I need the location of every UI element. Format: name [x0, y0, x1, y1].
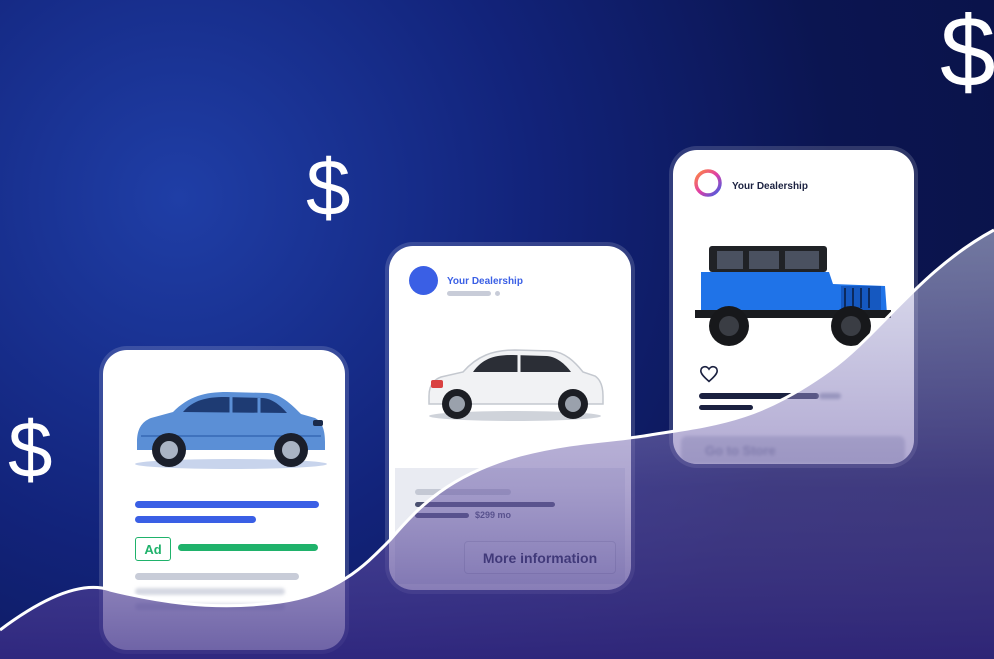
title-bar	[699, 393, 819, 399]
dealer-meta-dot	[495, 291, 500, 296]
listing-card-right[interactable]: Your Dealership Go to Store	[673, 150, 914, 464]
detail-bar	[415, 502, 555, 507]
info-bar	[135, 588, 285, 595]
dollar-icon: $	[8, 405, 53, 494]
info-bar	[135, 603, 285, 610]
detail-bar	[415, 513, 469, 518]
go-to-store-button[interactable]: Go to Store	[681, 436, 905, 464]
listing-card-middle[interactable]: Your Dealership $299 mo More information	[389, 246, 631, 590]
dealer-logo-icon	[694, 169, 722, 197]
dealer-avatar	[409, 266, 438, 295]
dealer-name: Your Dealership	[447, 276, 523, 287]
listing-card-left[interactable]: Ad	[103, 350, 345, 650]
title-bar	[819, 393, 841, 399]
price-label: $299 mo	[475, 510, 512, 520]
car-image	[428, 349, 604, 421]
go-to-store-label: Go to Store	[705, 442, 776, 458]
ad-badge: Ad	[135, 537, 171, 561]
title-bar	[135, 501, 319, 508]
dollar-icon: $	[306, 143, 351, 232]
ad-bar	[178, 544, 318, 551]
heart-outline-icon[interactable]	[699, 365, 719, 383]
car-image	[135, 392, 327, 469]
dealer-name: Your Dealership	[732, 181, 808, 192]
more-information-button[interactable]: More information	[464, 541, 616, 574]
subtitle-bar	[699, 405, 753, 410]
dealer-meta-bar	[447, 291, 491, 296]
dollar-icon: $	[940, 0, 994, 108]
car-image	[695, 246, 891, 346]
detail-bar	[415, 489, 511, 495]
subtitle-bar	[135, 516, 256, 523]
info-bar	[135, 573, 299, 580]
